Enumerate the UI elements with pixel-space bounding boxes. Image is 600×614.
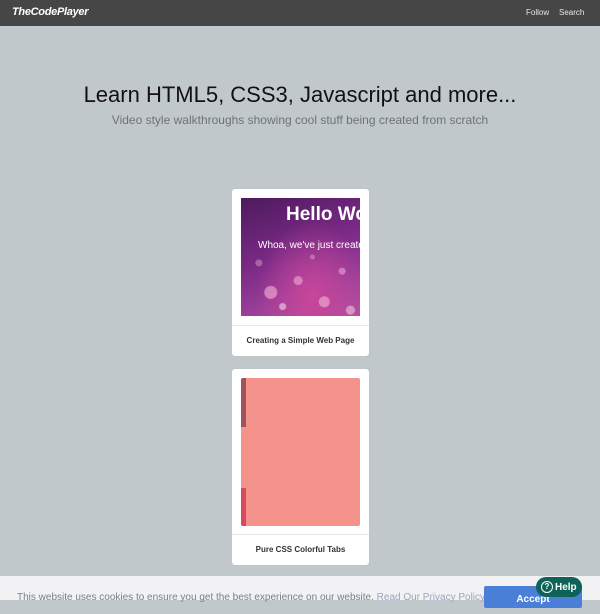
- hero-title: Learn HTML5, CSS3, Javascript and more..…: [83, 82, 517, 107]
- cookie-banner: This website uses cookies to ensure you …: [0, 576, 600, 608]
- top-navbar: TheCodePlayer Follow Search: [0, 0, 600, 26]
- help-button[interactable]: ? Help: [536, 577, 582, 597]
- thumbnail-text: Whoa, we've just created our first web p…: [258, 240, 360, 251]
- site-logo[interactable]: TheCodePlayer: [12, 6, 88, 18]
- question-circle-icon: ?: [541, 581, 553, 593]
- tutorial-card-simple-web-page[interactable]: Hello World Whoa, we've just created our…: [232, 189, 369, 356]
- cookie-message: This website uses cookies to ensure you …: [17, 592, 485, 603]
- thumbnail-heading: Hello World: [286, 204, 360, 225]
- nav-search-link[interactable]: Search: [559, 8, 584, 17]
- nav-follow-link[interactable]: Follow: [526, 8, 549, 17]
- tutorial-thumbnail[interactable]: Hello World Whoa, we've just created our…: [241, 198, 360, 316]
- cookie-message-text: This website uses cookies to ensure you …: [17, 592, 374, 603]
- card-title[interactable]: Pure CSS Colorful Tabs: [232, 545, 369, 554]
- tab-swatch: [241, 427, 246, 488]
- hero-subtitle: Video style walkthroughs showing cool st…: [111, 113, 489, 127]
- tutorial-card-colorful-tabs[interactable]: Pure CSS Colorful Tabs: [232, 369, 369, 565]
- card-divider: [232, 325, 369, 326]
- tab-swatch: [241, 378, 246, 427]
- tab-swatch: [241, 488, 246, 526]
- card-divider: [232, 534, 369, 535]
- tutorial-thumbnail[interactable]: [241, 378, 360, 526]
- help-label: Help: [555, 582, 577, 593]
- card-title[interactable]: Creating a Simple Web Page: [232, 336, 369, 345]
- privacy-policy-link[interactable]: Read Our Privacy Policy: [377, 592, 485, 603]
